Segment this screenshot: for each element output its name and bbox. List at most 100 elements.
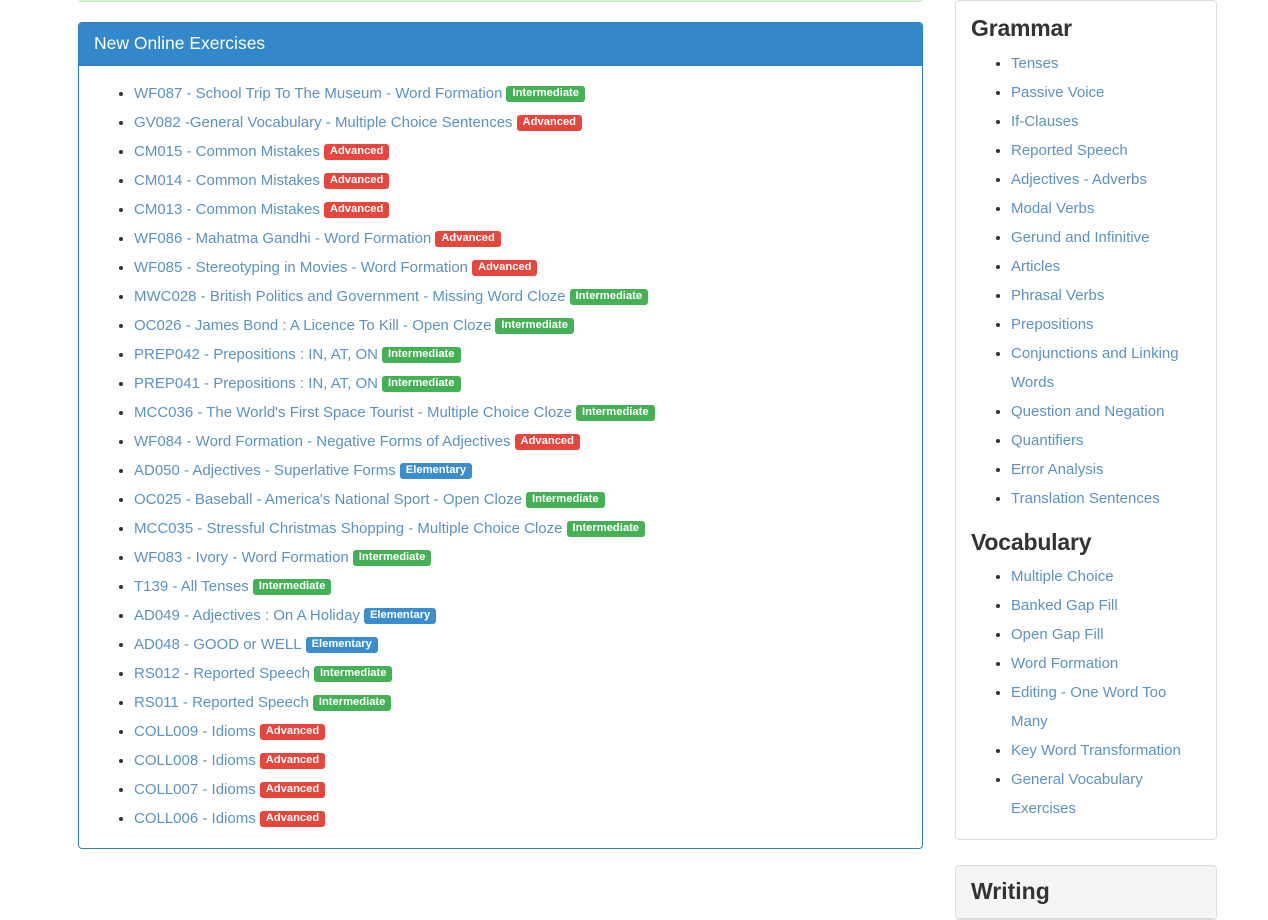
exercise-list-item: OC025 - Baseball - America's National Sp… [134, 485, 907, 514]
sidebar-link-vocabulary[interactable]: General Vocabulary Exercises [1011, 771, 1143, 817]
exercise-list-item: COLL009 - IdiomsAdvanced [134, 717, 907, 746]
level-badge: Advanced [324, 202, 389, 218]
exercise-link[interactable]: COLL008 - Idioms [134, 752, 256, 769]
exercise-link[interactable]: AD048 - GOOD or WELL [134, 636, 302, 653]
exercise-list-item: COLL007 - IdiomsAdvanced [134, 775, 907, 804]
exercise-list-item: MCC035 - Stressful Christmas Shopping - … [134, 514, 907, 543]
main-content-column: New Online Exercises WF087 - School Trip… [78, 22, 923, 849]
sidebar-list-item: If-Clauses [1011, 107, 1201, 136]
sidebar-list-item: Error Analysis [1011, 455, 1201, 484]
level-badge: Advanced [472, 260, 537, 276]
exercise-link[interactable]: CM014 - Common Mistakes [134, 172, 320, 189]
exercise-list-item: GV082 -General Vocabulary - Multiple Cho… [134, 108, 907, 137]
level-badge: Advanced [260, 753, 325, 769]
exercise-link[interactable]: WF085 - Stereotyping in Movies - Word Fo… [134, 259, 468, 276]
exercise-link[interactable]: COLL006 - Idioms [134, 810, 256, 827]
exercise-list-item: CM014 - Common MistakesAdvanced [134, 166, 907, 195]
level-badge: Intermediate [576, 405, 655, 421]
exercise-link[interactable]: OC025 - Baseball - America's National Sp… [134, 491, 522, 508]
sidebar-list-item: Multiple Choice [1011, 562, 1201, 591]
exercise-list-item: AD048 - GOOD or WELLElementary [134, 630, 907, 659]
sidebar-list-item: Passive Voice [1011, 78, 1201, 107]
sidebar-list-item: Conjunctions and Linking Words [1011, 339, 1201, 397]
sidebar-link-grammar[interactable]: Phrasal Verbs [1011, 287, 1104, 304]
level-badge: Intermediate [253, 579, 332, 595]
level-badge: Advanced [435, 231, 500, 247]
page-root: New Online Exercises WF087 - School Trip… [0, 0, 1268, 805]
sidebar-list-item: Prepositions [1011, 310, 1201, 339]
grammar-heading: Grammar [971, 15, 1201, 43]
writing-panel: Writing [955, 865, 1217, 920]
exercise-link[interactable]: OC026 - James Bond : A Licence To Kill -… [134, 317, 491, 334]
sidebar: Grammar Tenses Passive Voice If-Clauses Rep… [955, 0, 1217, 920]
exercise-link[interactable]: COLL009 - Idioms [134, 723, 256, 740]
exercise-list-item: CM015 - Common MistakesAdvanced [134, 137, 907, 166]
sidebar-link-grammar[interactable]: Conjunctions and Linking Words [1011, 345, 1179, 391]
level-badge: Advanced [324, 144, 389, 160]
new-online-exercises-panel: New Online Exercises WF087 - School Trip… [78, 22, 923, 849]
exercise-link[interactable]: CM013 - Common Mistakes [134, 201, 320, 218]
sidebar-link-grammar[interactable]: If-Clauses [1011, 113, 1079, 130]
exercise-link[interactable]: CM015 - Common Mistakes [134, 143, 320, 160]
sidebar-link-grammar[interactable]: Passive Voice [1011, 84, 1104, 101]
level-badge: Intermediate [382, 347, 461, 363]
level-badge: Intermediate [506, 86, 585, 102]
sidebar-link-vocabulary[interactable]: Editing - One Word Too Many [1011, 684, 1166, 730]
exercise-list-item: MWC028 - British Politics and Government… [134, 282, 907, 311]
exercise-list-item: OC026 - James Bond : A Licence To Kill -… [134, 311, 907, 340]
sidebar-list-item: Editing - One Word Too Many [1011, 678, 1201, 736]
exercise-list-item: WF084 - Word Formation - Negative Forms … [134, 427, 907, 456]
exercise-link[interactable]: MCC036 - The World's First Space Tourist… [134, 404, 572, 421]
sidebar-link-grammar[interactable]: Modal Verbs [1011, 200, 1094, 217]
exercise-list-item: RS011 - Reported SpeechIntermediate [134, 688, 907, 717]
exercise-link[interactable]: WF083 - Ivory - Word Formation [134, 549, 349, 566]
exercise-link[interactable]: RS011 - Reported Speech [134, 694, 309, 711]
level-badge: Intermediate [526, 492, 605, 508]
level-badge: Advanced [260, 782, 325, 798]
level-badge: Elementary [400, 463, 472, 479]
level-badge: Intermediate [382, 376, 461, 392]
sidebar-link-vocabulary[interactable]: Banked Gap Fill [1011, 597, 1118, 614]
exercise-link[interactable]: PREP042 - Prepositions : IN, AT, ON [134, 346, 378, 363]
writing-heading: Writing [971, 879, 1201, 904]
sidebar-link-grammar[interactable]: Tenses [1011, 55, 1059, 72]
vocabulary-heading: Vocabulary [971, 529, 1201, 557]
sidebar-link-grammar[interactable]: Reported Speech [1011, 142, 1128, 159]
sidebar-link-vocabulary[interactable]: Key Word Transformation [1011, 742, 1181, 759]
exercise-link[interactable]: AD049 - Adjectives : On A Holiday [134, 607, 360, 624]
sidebar-link-grammar[interactable]: Prepositions [1011, 316, 1094, 333]
categories-panel: Grammar Tenses Passive Voice If-Clauses Rep… [955, 0, 1217, 840]
exercise-link[interactable]: PREP041 - Prepositions : IN, AT, ON [134, 375, 378, 392]
sidebar-link-grammar[interactable]: Error Analysis [1011, 461, 1104, 478]
exercise-link[interactable]: MWC028 - British Politics and Government… [134, 288, 566, 305]
exercise-link[interactable]: MCC035 - Stressful Christmas Shopping - … [134, 520, 563, 537]
sidebar-link-grammar[interactable]: Question and Negation [1011, 403, 1164, 420]
exercise-list-item: AD049 - Adjectives : On A HolidayElement… [134, 601, 907, 630]
sidebar-link-vocabulary[interactable]: Open Gap Fill [1011, 626, 1104, 643]
sidebar-link-vocabulary[interactable]: Word Formation [1011, 655, 1118, 672]
sidebar-link-grammar[interactable]: Gerund and Infinitive [1011, 229, 1149, 246]
sidebar-link-grammar[interactable]: Translation Sentences [1011, 490, 1160, 507]
sidebar-list-item: Gerund and Infinitive [1011, 223, 1201, 252]
sidebar-link-vocabulary[interactable]: Multiple Choice [1011, 568, 1114, 585]
sidebar-link-grammar[interactable]: Adjectives - Adverbs [1011, 171, 1147, 188]
sidebar-link-grammar[interactable]: Articles [1011, 258, 1060, 275]
sidebar-list-item: Articles [1011, 252, 1201, 281]
sidebar-list-item: Reported Speech [1011, 136, 1201, 165]
exercise-list-item: T139 - All TensesIntermediate [134, 572, 907, 601]
exercise-link[interactable]: WF087 - School Trip To The Museum - Word… [134, 85, 502, 102]
sidebar-link-grammar[interactable]: Quantifiers [1011, 432, 1084, 449]
sidebar-list-item: Tenses [1011, 49, 1201, 78]
vocabulary-list: Multiple Choice Banked Gap Fill Open Gap F… [971, 562, 1201, 823]
exercise-link[interactable]: COLL007 - Idioms [134, 781, 256, 798]
exercise-link[interactable]: RS012 - Reported Speech [134, 665, 310, 682]
exercise-link[interactable]: WF086 - Mahatma Gandhi - Word Formation [134, 230, 431, 247]
exercise-link[interactable]: WF084 - Word Formation - Negative Forms … [134, 433, 511, 450]
exercise-link[interactable]: GV082 -General Vocabulary - Multiple Cho… [134, 114, 513, 131]
exercise-link[interactable]: AD050 - Adjectives - Superlative Forms [134, 462, 396, 479]
exercise-list-item: WF086 - Mahatma Gandhi - Word FormationA… [134, 224, 907, 253]
categories-panel-body: Grammar Tenses Passive Voice If-Clauses Rep… [956, 1, 1216, 839]
sidebar-list-item: Banked Gap Fill [1011, 591, 1201, 620]
exercise-link[interactable]: T139 - All Tenses [134, 578, 249, 595]
level-badge: Advanced [260, 811, 325, 827]
